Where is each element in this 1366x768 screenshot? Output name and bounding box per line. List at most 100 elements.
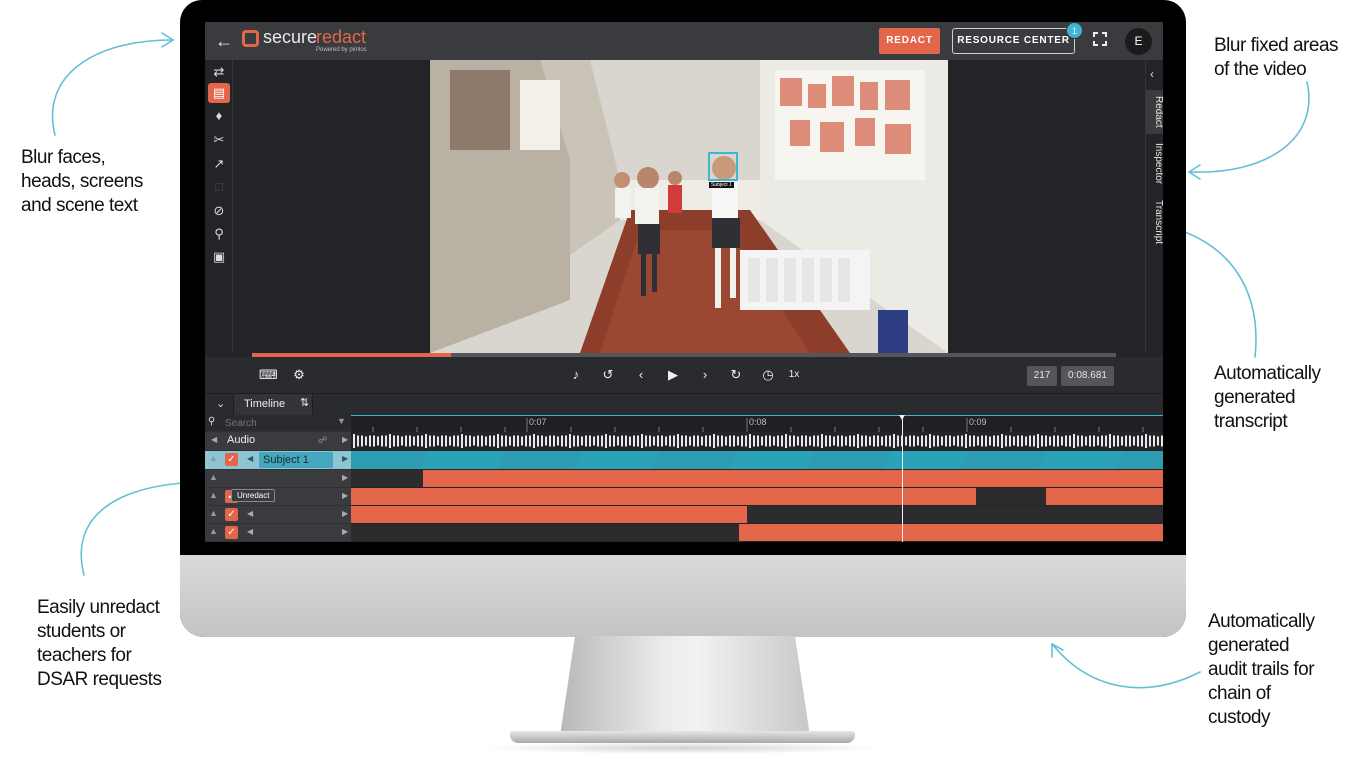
caret-left-icon[interactable]: ◀ xyxy=(247,527,253,536)
rewind-icon[interactable]: ↺ xyxy=(599,366,617,384)
track-row[interactable]: ▲ ✓ ◀ ▶ xyxy=(205,524,351,541)
keyboard-icon[interactable]: ⌨ xyxy=(259,366,278,384)
waveform-bar xyxy=(825,435,827,447)
waveform-bar xyxy=(893,434,895,448)
timeline-tracks[interactable]: 0:07 0:08 0:09 xyxy=(351,415,1163,542)
caret-left-icon[interactable]: ◀ xyxy=(211,435,217,444)
waveform-bar xyxy=(817,435,819,447)
fullscreen-icon[interactable] xyxy=(1093,32,1107,46)
redact-button[interactable]: REDACT xyxy=(879,28,940,54)
ear-icon[interactable]: ☍ xyxy=(318,435,327,446)
volume-icon[interactable]: ♪ xyxy=(567,366,585,384)
redact-checkbox[interactable]: ✓ xyxy=(225,508,238,521)
user-avatar[interactable]: E xyxy=(1125,28,1152,55)
scissors-icon[interactable]: ✂ xyxy=(208,130,230,150)
redact-checkbox[interactable]: ✓ xyxy=(225,453,238,466)
waveform-bar xyxy=(977,436,979,446)
chevron-left-icon[interactable]: ‹ xyxy=(1150,68,1160,80)
waveform-bar xyxy=(449,436,451,446)
pin-icon[interactable]: ▲ xyxy=(209,453,218,463)
waveform-bar xyxy=(805,435,807,447)
pin-icon[interactable]: ▲ xyxy=(209,526,218,536)
caret-right-icon[interactable]: ▶ xyxy=(342,454,348,463)
waveform-bar xyxy=(441,435,443,447)
pin-icon[interactable]: ▲ xyxy=(209,508,218,518)
subject-track-header[interactable]: ▲ ✓ ◀ Subject 1 ▶ xyxy=(205,451,351,469)
caret-right-icon[interactable]: ▶ xyxy=(342,509,348,518)
track-row[interactable]: ▲ ✓ ◀ ▶ xyxy=(205,506,351,523)
trend-icon[interactable]: ↗ xyxy=(208,154,230,174)
forward-icon[interactable]: ↻ xyxy=(727,366,745,384)
waveform-bar xyxy=(417,435,419,447)
playhead[interactable] xyxy=(902,415,903,542)
waveform-bar xyxy=(929,434,931,448)
playhead-handle[interactable] xyxy=(899,415,905,420)
waveform-bar xyxy=(877,435,879,447)
subject-track[interactable] xyxy=(351,451,1163,469)
caret-right-icon[interactable]: ▶ xyxy=(342,527,348,536)
caret-left-icon[interactable]: ◀ xyxy=(247,454,253,463)
time-ruler[interactable]: 0:07 0:08 0:09 xyxy=(351,415,1163,433)
settings-gear-icon[interactable]: ⚙ xyxy=(290,366,308,384)
redaction-track[interactable] xyxy=(351,488,1163,505)
waveform-bar xyxy=(965,434,967,448)
tab-timeline[interactable]: Timeline ⇅ xyxy=(233,394,313,416)
redaction-track[interactable] xyxy=(351,470,1163,487)
waveform-bar xyxy=(1029,435,1031,447)
caret-left-icon[interactable]: ◀ xyxy=(247,509,253,518)
tab-transcript[interactable]: Transcript xyxy=(1146,194,1163,250)
caret-right-icon[interactable]: ▶ xyxy=(342,491,348,500)
waveform-bar xyxy=(741,435,743,447)
track-row[interactable]: ▲ ✓ ◀ ▶ xyxy=(205,488,351,505)
waveform-bar xyxy=(1129,435,1131,447)
previous-frame-icon[interactable]: ‹ xyxy=(632,366,650,384)
waveform-bar xyxy=(361,435,363,447)
zoom-icon[interactable]: ⚲ xyxy=(208,224,230,244)
waveform-bar xyxy=(625,435,627,447)
caret-right-icon[interactable]: ▶ xyxy=(342,435,348,444)
chevron-down-icon[interactable]: ⌄ xyxy=(216,397,225,410)
waveform-bar xyxy=(1077,435,1079,447)
back-arrow-icon[interactable]: ← xyxy=(215,31,235,51)
track-row[interactable]: ▲ ▶ xyxy=(205,470,351,487)
unredact-tooltip: Unredact xyxy=(231,489,276,502)
audio-waveform[interactable] xyxy=(351,432,1163,450)
speed-gauge-icon[interactable]: ◷ xyxy=(759,366,777,384)
pin-icon[interactable]: ▲ xyxy=(209,490,218,500)
tab-redact[interactable]: Redact xyxy=(1146,90,1163,134)
pin-icon[interactable]: ▲ xyxy=(209,472,218,482)
caret-right-icon[interactable]: ▶ xyxy=(342,473,348,482)
playback-speed[interactable]: 1x xyxy=(783,366,805,384)
redaction-track[interactable] xyxy=(351,524,1163,541)
waveform-bar xyxy=(1049,436,1051,446)
ruler-label: 0:08 xyxy=(749,417,767,427)
waveform-bar xyxy=(973,435,975,447)
play-icon[interactable]: ▶ xyxy=(664,366,682,384)
waveform-bar xyxy=(909,435,911,447)
waveform-bar xyxy=(589,435,591,447)
waveform-bar xyxy=(609,435,611,447)
audio-track-header[interactable]: ◀ Audio ☍ ▶ xyxy=(205,432,351,450)
tab-inspector[interactable]: Inspector xyxy=(1146,136,1163,192)
waveform-bar xyxy=(953,436,955,446)
select-box-icon[interactable]: □ xyxy=(208,177,230,197)
next-frame-icon[interactable]: › xyxy=(696,366,714,384)
face-detection-box[interactable] xyxy=(708,152,738,181)
frame-select-icon[interactable]: ▣ xyxy=(208,247,230,267)
trash-list-icon[interactable]: ▤ xyxy=(208,83,230,103)
filter-icon[interactable]: ▼ xyxy=(337,416,346,426)
waveform-bar xyxy=(1065,435,1067,447)
no-hearing-icon[interactable]: ⊘ xyxy=(208,201,230,221)
sort-icon[interactable]: ⇅ xyxy=(300,396,309,409)
face-detection-label: Subject 1 xyxy=(709,182,734,188)
resource-center-button[interactable]: RESOURCE CENTER xyxy=(952,28,1075,54)
redact-checkbox[interactable]: ✓ xyxy=(225,526,238,539)
swap-icon[interactable]: ⇄ xyxy=(208,62,230,82)
tag-icon[interactable]: ♦ xyxy=(208,106,230,126)
waveform-bar xyxy=(737,436,739,446)
waveform-bar xyxy=(585,435,587,447)
search-input[interactable] xyxy=(225,416,330,430)
video-frame[interactable]: Subject 1 xyxy=(430,60,948,353)
waveform-bar xyxy=(921,435,923,447)
redaction-track[interactable] xyxy=(351,506,1163,523)
